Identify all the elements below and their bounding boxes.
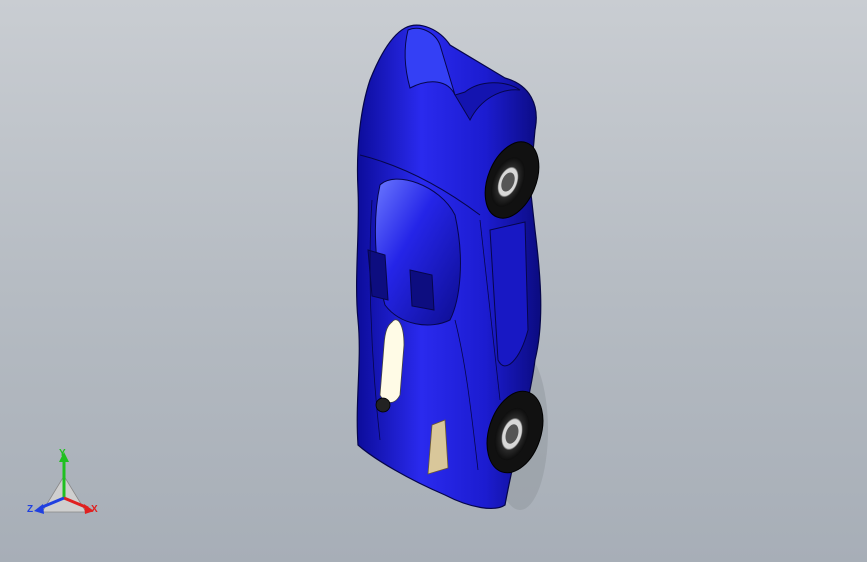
headlight-base <box>375 397 391 413</box>
3d-viewport[interactable]: Y X Z <box>0 0 867 562</box>
car-model[interactable] <box>0 0 867 562</box>
orientation-triad: Y X Z <box>24 446 104 526</box>
cockpit-window-right <box>409 269 435 311</box>
x-axis-label: X <box>91 504 98 515</box>
y-axis-label: Y <box>59 448 66 459</box>
z-axis-label: Z <box>27 504 34 515</box>
